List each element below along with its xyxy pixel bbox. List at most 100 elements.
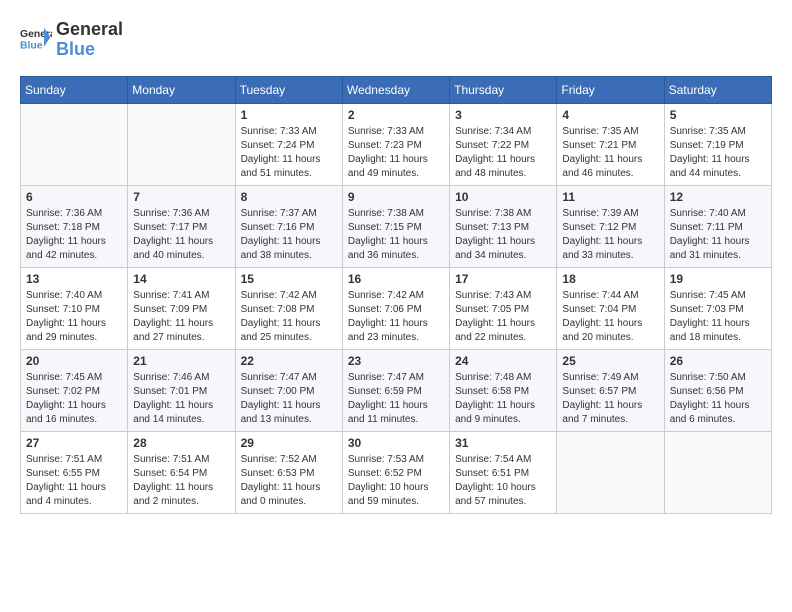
day-info: Sunrise: 7:38 AM Sunset: 7:13 PM Dayligh… <box>455 207 551 263</box>
day-number: 14 <box>133 272 229 286</box>
calendar-cell <box>557 431 664 513</box>
calendar-cell: 30 Sunrise: 7:53 AM Sunset: 6:52 PM Dayli… <box>342 431 449 513</box>
calendar-body: 1 Sunrise: 7:33 AM Sunset: 7:24 PM Daylig… <box>21 103 772 513</box>
day-number: 18 <box>562 272 658 286</box>
calendar-cell: 24 Sunrise: 7:48 AM Sunset: 6:58 PM Dayli… <box>450 349 557 431</box>
header-cell: Saturday <box>664 76 771 103</box>
header-cell: Tuesday <box>235 76 342 103</box>
calendar-week-row: 6 Sunrise: 7:36 AM Sunset: 7:18 PM Daylig… <box>21 185 772 267</box>
calendar-cell: 13 Sunrise: 7:40 AM Sunset: 7:10 PM Dayli… <box>21 267 128 349</box>
day-info: Sunrise: 7:45 AM Sunset: 7:03 PM Dayligh… <box>670 289 766 345</box>
day-info: Sunrise: 7:34 AM Sunset: 7:22 PM Dayligh… <box>455 125 551 181</box>
calendar-cell: 27 Sunrise: 7:51 AM Sunset: 6:55 PM Dayli… <box>21 431 128 513</box>
day-info: Sunrise: 7:43 AM Sunset: 7:05 PM Dayligh… <box>455 289 551 345</box>
day-number: 1 <box>241 108 337 122</box>
day-info: Sunrise: 7:45 AM Sunset: 7:02 PM Dayligh… <box>26 371 122 427</box>
calendar-cell: 2 Sunrise: 7:33 AM Sunset: 7:23 PM Daylig… <box>342 103 449 185</box>
header-cell: Monday <box>128 76 235 103</box>
day-number: 26 <box>670 354 766 368</box>
calendar-cell: 21 Sunrise: 7:46 AM Sunset: 7:01 PM Dayli… <box>128 349 235 431</box>
calendar-cell: 23 Sunrise: 7:47 AM Sunset: 6:59 PM Dayli… <box>342 349 449 431</box>
day-number: 25 <box>562 354 658 368</box>
day-number: 13 <box>26 272 122 286</box>
calendar-cell: 31 Sunrise: 7:54 AM Sunset: 6:51 PM Dayli… <box>450 431 557 513</box>
day-info: Sunrise: 7:40 AM Sunset: 7:11 PM Dayligh… <box>670 207 766 263</box>
day-number: 10 <box>455 190 551 204</box>
day-number: 20 <box>26 354 122 368</box>
calendar-cell: 14 Sunrise: 7:41 AM Sunset: 7:09 PM Dayli… <box>128 267 235 349</box>
day-number: 27 <box>26 436 122 450</box>
day-number: 5 <box>670 108 766 122</box>
calendar-cell <box>21 103 128 185</box>
calendar-cell: 6 Sunrise: 7:36 AM Sunset: 7:18 PM Daylig… <box>21 185 128 267</box>
calendar-week-row: 13 Sunrise: 7:40 AM Sunset: 7:10 PM Dayli… <box>21 267 772 349</box>
day-number: 3 <box>455 108 551 122</box>
logo: General Blue General Blue <box>20 20 123 60</box>
day-info: Sunrise: 7:46 AM Sunset: 7:01 PM Dayligh… <box>133 371 229 427</box>
day-number: 23 <box>348 354 444 368</box>
page-header: General Blue General Blue <box>20 20 772 60</box>
calendar-cell: 25 Sunrise: 7:49 AM Sunset: 6:57 PM Dayli… <box>557 349 664 431</box>
calendar-cell: 16 Sunrise: 7:42 AM Sunset: 7:06 PM Dayli… <box>342 267 449 349</box>
day-number: 21 <box>133 354 229 368</box>
day-number: 7 <box>133 190 229 204</box>
calendar-cell: 3 Sunrise: 7:34 AM Sunset: 7:22 PM Daylig… <box>450 103 557 185</box>
calendar-week-row: 1 Sunrise: 7:33 AM Sunset: 7:24 PM Daylig… <box>21 103 772 185</box>
day-number: 19 <box>670 272 766 286</box>
header-cell: Wednesday <box>342 76 449 103</box>
calendar-cell: 29Sunrise: 7:52 AM Sunset: 6:53 PM Dayli… <box>235 431 342 513</box>
day-number: 22 <box>241 354 337 368</box>
day-info: Sunrise: 7:47 AM Sunset: 7:00 PM Dayligh… <box>241 371 337 427</box>
day-info: Sunrise: 7:50 AM Sunset: 6:56 PM Dayligh… <box>670 371 766 427</box>
day-number: 29 <box>241 436 337 450</box>
day-info: Sunrise: 7:51 AM Sunset: 6:54 PM Dayligh… <box>133 453 229 509</box>
day-number: 15 <box>241 272 337 286</box>
day-info: Sunrise: 7:41 AM Sunset: 7:09 PM Dayligh… <box>133 289 229 345</box>
day-number: 2 <box>348 108 444 122</box>
svg-text:Blue: Blue <box>20 40 43 51</box>
calendar-week-row: 27 Sunrise: 7:51 AM Sunset: 6:55 PM Dayli… <box>21 431 772 513</box>
day-number: 30 <box>348 436 444 450</box>
day-info: Sunrise: 7:35 AM Sunset: 7:19 PM Dayligh… <box>670 125 766 181</box>
day-number: 31 <box>455 436 551 450</box>
calendar-cell <box>128 103 235 185</box>
day-number: 24 <box>455 354 551 368</box>
calendar-cell: 18Sunrise: 7:44 AM Sunset: 7:04 PM Dayli… <box>557 267 664 349</box>
day-info: Sunrise: 7:53 AM Sunset: 6:52 PM Dayligh… <box>348 453 444 509</box>
calendar-cell: 8Sunrise: 7:37 AM Sunset: 7:16 PM Daylig… <box>235 185 342 267</box>
day-info: Sunrise: 7:49 AM Sunset: 6:57 PM Dayligh… <box>562 371 658 427</box>
calendar-week-row: 20 Sunrise: 7:45 AM Sunset: 7:02 PM Dayli… <box>21 349 772 431</box>
day-info: Sunrise: 7:54 AM Sunset: 6:51 PM Dayligh… <box>455 453 551 509</box>
day-number: 12 <box>670 190 766 204</box>
logo-text: General Blue <box>56 20 123 60</box>
calendar-cell: 15 Sunrise: 7:42 AM Sunset: 7:08 PM Dayli… <box>235 267 342 349</box>
header-cell: Thursday <box>450 76 557 103</box>
calendar-cell: 28 Sunrise: 7:51 AM Sunset: 6:54 PM Dayli… <box>128 431 235 513</box>
day-number: 16 <box>348 272 444 286</box>
day-number: 17 <box>455 272 551 286</box>
day-info: Sunrise: 7:39 AM Sunset: 7:12 PM Dayligh… <box>562 207 658 263</box>
calendar-cell: 7 Sunrise: 7:36 AM Sunset: 7:17 PM Daylig… <box>128 185 235 267</box>
day-info: Sunrise: 7:33 AM Sunset: 7:23 PM Dayligh… <box>348 125 444 181</box>
calendar-cell: 10 Sunrise: 7:38 AM Sunset: 7:13 PM Dayli… <box>450 185 557 267</box>
day-info: Sunrise: 7:42 AM Sunset: 7:06 PM Dayligh… <box>348 289 444 345</box>
day-number: 6 <box>26 190 122 204</box>
day-info: Sunrise: 7:38 AM Sunset: 7:15 PM Dayligh… <box>348 207 444 263</box>
day-info: Sunrise: 7:40 AM Sunset: 7:10 PM Dayligh… <box>26 289 122 345</box>
calendar-cell: 11 Sunrise: 7:39 AM Sunset: 7:12 PM Dayli… <box>557 185 664 267</box>
day-info: Sunrise: 7:36 AM Sunset: 7:18 PM Dayligh… <box>26 207 122 263</box>
header-row: SundayMondayTuesdayWednesdayThursdayFrid… <box>21 76 772 103</box>
header-cell: Sunday <box>21 76 128 103</box>
day-number: 11 <box>562 190 658 204</box>
day-info: Sunrise: 7:36 AM Sunset: 7:17 PM Dayligh… <box>133 207 229 263</box>
day-info: Sunrise: 7:47 AM Sunset: 6:59 PM Dayligh… <box>348 371 444 427</box>
day-info: Sunrise: 7:35 AM Sunset: 7:21 PM Dayligh… <box>562 125 658 181</box>
calendar-cell: 20 Sunrise: 7:45 AM Sunset: 7:02 PM Dayli… <box>21 349 128 431</box>
day-number: 8 <box>241 190 337 204</box>
day-number: 28 <box>133 436 229 450</box>
calendar-cell: 26 Sunrise: 7:50 AM Sunset: 6:56 PM Dayli… <box>664 349 771 431</box>
day-info: Sunrise: 7:42 AM Sunset: 7:08 PM Dayligh… <box>241 289 337 345</box>
day-info: Sunrise: 7:33 AM Sunset: 7:24 PM Dayligh… <box>241 125 337 181</box>
day-info: Sunrise: 7:51 AM Sunset: 6:55 PM Dayligh… <box>26 453 122 509</box>
day-info: Sunrise: 7:48 AM Sunset: 6:58 PM Dayligh… <box>455 371 551 427</box>
